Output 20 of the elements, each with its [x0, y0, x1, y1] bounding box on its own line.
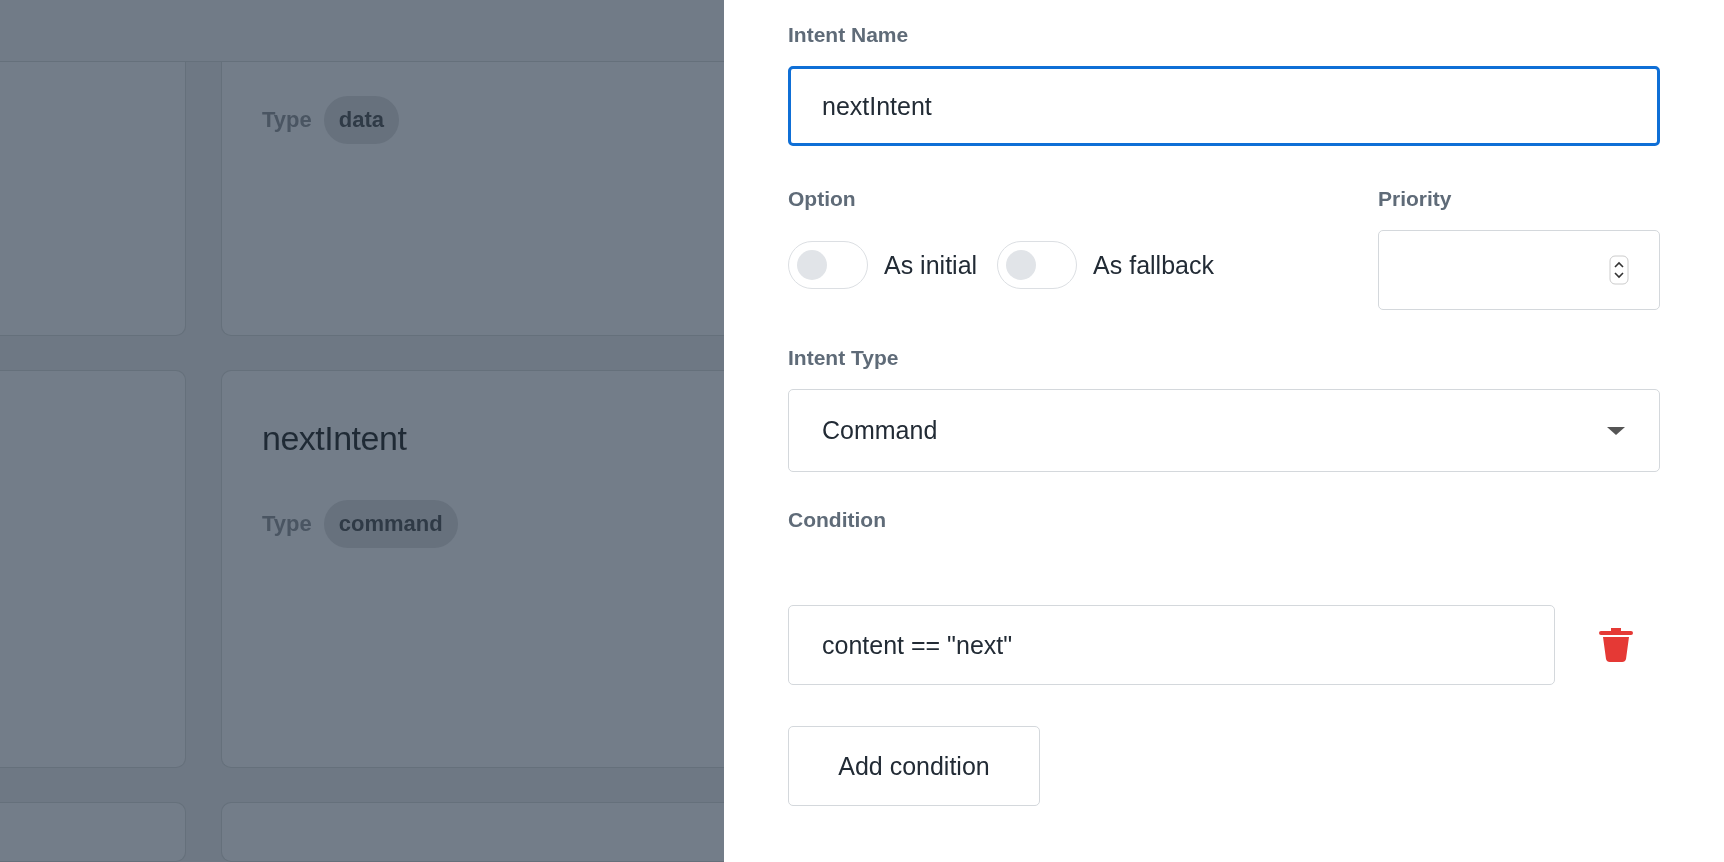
field-label: Condition [788, 508, 887, 532]
add-condition-button[interactable]: Add condition [788, 726, 1040, 806]
field-label: Intent Name [788, 23, 910, 47]
toggle-label: As fallback [1093, 250, 1214, 280]
field-label: Intent Type [788, 346, 900, 370]
toggle-label: As initial [884, 250, 978, 280]
intent-name-input[interactable]: nextIntent [788, 66, 1660, 146]
toggle-switch[interactable] [788, 241, 868, 289]
caret-icon [1606, 425, 1626, 436]
card-title: nextIntent [262, 419, 408, 458]
trash-icon[interactable] [1599, 627, 1633, 663]
type-tag: command [323, 500, 458, 548]
condition-input[interactable]: content == "next" [788, 605, 1555, 685]
type-tag: data [323, 96, 399, 144]
intent-type-select[interactable]: Command [788, 389, 1660, 472]
toggle-switch[interactable] [997, 241, 1078, 289]
priority-input[interactable] [1378, 230, 1660, 310]
field-label: Option [788, 187, 857, 211]
field-label: Priority [1378, 187, 1453, 211]
spinner-icon[interactable] [1609, 255, 1629, 285]
